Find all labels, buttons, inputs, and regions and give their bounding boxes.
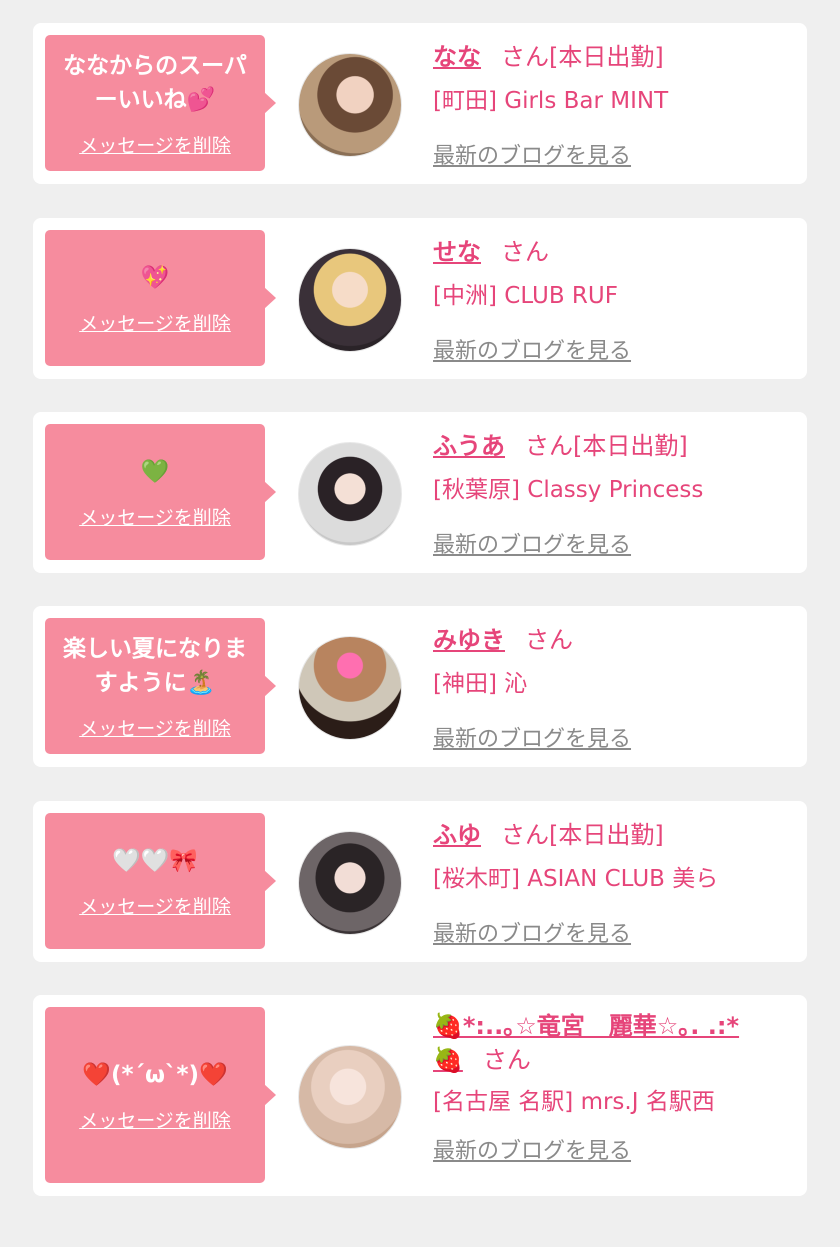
delete-message-link[interactable]: メッセージを削除 [79,309,231,336]
delete-message-link[interactable]: メッセージを削除 [79,714,231,741]
shop-name: [名古屋 名駅] mrs.J 名駅西 [433,1089,715,1115]
message-text: 💖 [140,264,170,291]
message-bubble: ななからのスーパーいいね💕 メッセージを削除 [45,35,276,171]
cast-info: せな さん [中洲] CLUB RUF 最新のブログを見る [433,235,787,365]
blog-link[interactable]: 最新のブログを見る [433,138,631,170]
message-text: 🤍🤍🎀 [112,847,198,874]
delete-message-link[interactable]: メッセージを削除 [79,131,231,158]
message-bubble: 🤍🤍🎀 メッセージを削除 [45,813,276,949]
avatar[interactable] [298,248,402,352]
cast-info: ふゆ さん[本日出勤] [桜木町] ASIAN CLUB 美ら 最新のブログを見る [433,818,787,948]
message-bubble: 💖 メッセージを削除 [45,230,276,366]
message-text: ななからのスーパーいいね💕 [63,52,247,113]
message-card: ななからのスーパーいいね💕 メッセージを削除 なな さん[本日出勤] [町田] G… [33,23,807,184]
avatar[interactable] [298,831,402,935]
message-text: ❤️(*´ω`*)❤️ [82,1061,228,1088]
blog-link[interactable]: 最新のブログを見る [433,1133,631,1165]
message-card: 💚 メッセージを削除 ふうあ さん[本日出勤] [秋葉原] Classy Prin… [33,412,807,573]
honorific: さん[本日出勤] [501,43,664,71]
cast-info: なな さん[本日出勤] [町田] Girls Bar MINT 最新のブログを見る [433,40,787,170]
message-card: 🤍🤍🎀 メッセージを削除 ふゆ さん[本日出勤] [桜木町] ASIAN CLUB… [33,801,807,962]
message-text: 💚 [140,458,170,485]
cast-name-link[interactable]: みゆき [433,626,505,654]
avatar[interactable] [298,53,402,157]
blog-link[interactable]: 最新のブログを見る [433,721,631,753]
blog-link[interactable]: 最新のブログを見る [433,333,631,365]
cast-info: 🍓*:..｡☆竜宮 麗華☆｡. .:*🍓 さん [名古屋 名駅] mrs.J 名駅… [433,1009,787,1165]
shop-name: [秋葉原] Classy Princess [433,477,704,503]
delete-message-link[interactable]: メッセージを削除 [79,503,231,530]
honorific: さん [525,626,573,654]
message-card: 楽しい夏になりますように🏝️ メッセージを削除 みゆき さん [神田] 沁 最新の… [33,606,807,767]
cast-info: みゆき さん [神田] 沁 最新のブログを見る [433,623,787,753]
delete-message-link[interactable]: メッセージを削除 [79,1106,231,1133]
honorific: さん [501,238,549,266]
cast-name-link[interactable]: せな [433,238,481,266]
honorific: さん [482,1046,531,1074]
avatar[interactable] [298,442,402,546]
cast-name-link[interactable]: 🍓*:..｡☆竜宮 麗華☆｡. .:*🍓 [433,1012,739,1074]
shop-name: [町田] Girls Bar MINT [433,88,669,114]
shop-name: [神田] 沁 [433,671,528,697]
message-card: ❤️(*´ω`*)❤️ メッセージを削除 🍓*:..｡☆竜宮 麗華☆｡. .:*… [33,995,807,1196]
avatar[interactable] [298,636,402,740]
avatar[interactable] [298,1045,402,1149]
message-text: 楽しい夏になりますように🏝️ [63,635,247,696]
cast-name-link[interactable]: ふゆ [433,821,481,849]
message-bubble: ❤️(*´ω`*)❤️ メッセージを削除 [45,1007,276,1183]
blog-link[interactable]: 最新のブログを見る [433,916,631,948]
honorific: さん[本日出勤] [501,821,664,849]
shop-name: [桜木町] ASIAN CLUB 美ら [433,866,719,892]
message-bubble: 💚 メッセージを削除 [45,424,276,560]
message-card: 💖 メッセージを削除 せな さん [中洲] CLUB RUF 最新のブログを見る [33,218,807,379]
message-bubble: 楽しい夏になりますように🏝️ メッセージを削除 [45,618,276,754]
cast-name-link[interactable]: ふうあ [433,432,505,460]
cast-name-link[interactable]: なな [433,43,481,71]
blog-link[interactable]: 最新のブログを見る [433,527,631,559]
honorific: さん[本日出勤] [525,432,688,460]
shop-name: [中洲] CLUB RUF [433,283,618,309]
cast-info: ふうあ さん[本日出勤] [秋葉原] Classy Princess 最新のブログ… [433,429,787,559]
delete-message-link[interactable]: メッセージを削除 [79,892,231,919]
